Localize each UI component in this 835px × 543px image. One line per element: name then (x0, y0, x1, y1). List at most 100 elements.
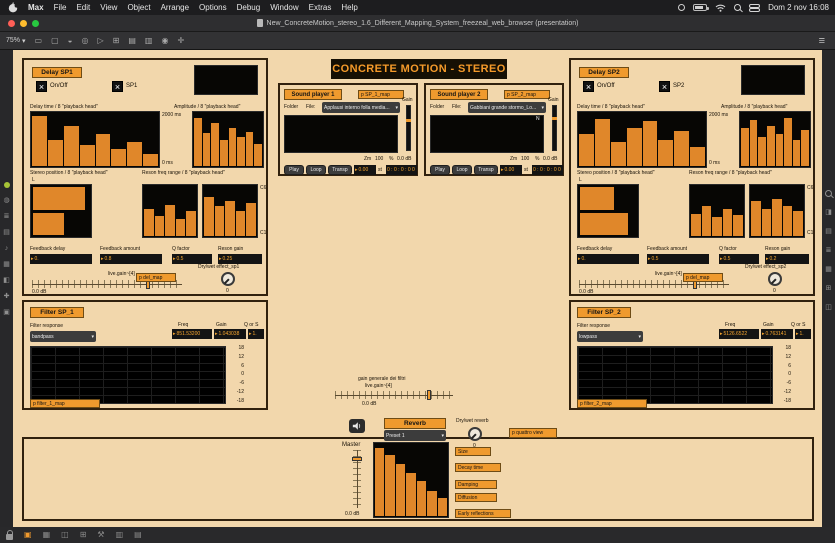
player2-folder-button[interactable]: Folder (430, 104, 444, 110)
reverb-decay-box[interactable]: Decay time (455, 463, 501, 472)
player1-zoom-value[interactable]: 100 (375, 156, 383, 162)
player1-play-button[interactable]: Play (284, 165, 304, 175)
menu-edit[interactable]: Edit (76, 3, 90, 12)
message-box-icon[interactable]: ▢ (51, 37, 59, 45)
filter1-filtergraph[interactable] (30, 346, 226, 404)
screen-record-icon[interactable] (678, 4, 685, 11)
reverb-params-multislider[interactable] (373, 442, 449, 518)
delay2-q-numbox[interactable]: ▸0.5 (719, 254, 759, 264)
delay1-delay-time-multislider[interactable] (30, 111, 160, 168)
lock-patcher-icon[interactable] (6, 534, 13, 540)
delay2-live-grid[interactable] (741, 65, 805, 95)
filter1-mode-menu[interactable]: bandpass▾ (30, 331, 96, 342)
battery-icon[interactable] (693, 4, 707, 11)
menu-file[interactable]: File (54, 3, 67, 12)
close-window-button[interactable] (8, 20, 15, 27)
delay1-stereo-multislider[interactable] (30, 184, 92, 238)
filter2-filtergraph[interactable] (577, 346, 773, 404)
menu-bar-clock[interactable]: Dom 2 nov 16:08 (768, 3, 829, 12)
menu-options[interactable]: Options (199, 3, 227, 12)
filter1-q-numbox[interactable]: ▸1. (248, 329, 264, 339)
delay1-map-subpatcher[interactable]: p del_map (136, 273, 176, 282)
console-icon[interactable]: ◍ (3, 197, 9, 204)
reverb-diffusion-box[interactable]: Diffusion (455, 493, 497, 502)
delay1-fb-amount-numbox[interactable]: ▸0.8 (100, 254, 162, 264)
menu-app-max[interactable]: Max (28, 3, 44, 12)
menu-extras[interactable]: Extras (309, 3, 332, 12)
grid-mode-icon[interactable]: ▦ (43, 531, 51, 539)
reverb-drywet-knob[interactable] (468, 427, 482, 441)
max-console-icon[interactable]: ≣ (826, 247, 832, 254)
delay1-amplitude-multislider[interactable] (192, 111, 264, 168)
wifi-icon[interactable] (715, 4, 726, 12)
button-icon[interactable]: ▷ (97, 37, 103, 45)
player2-file-menu[interactable]: Gabbiani grande stormo_Lo...▾ (468, 102, 546, 113)
dial-icon[interactable]: ◉ (161, 37, 168, 45)
player2-zoom-value[interactable]: 100 (521, 156, 529, 162)
zoom-level-control[interactable]: 75%▾ (6, 37, 26, 45)
number-box-icon[interactable]: ⊞ (113, 37, 120, 45)
delay2-map-subpatcher[interactable]: p del_map (683, 273, 723, 282)
delay1-q-numbox[interactable]: ▸0.5 (172, 254, 212, 264)
delay2-reson-gain-numbox[interactable]: ▸0.2 (765, 254, 809, 264)
menu-view[interactable]: View (100, 3, 117, 12)
delay2-onoff-toggle[interactable]: × (583, 81, 594, 92)
delay1-sp-toggle[interactable]: × (112, 81, 123, 92)
filter1-map-subpatcher[interactable]: p filter_1_map (30, 399, 100, 408)
patcher-list-icon[interactable]: ▤ (3, 229, 10, 236)
files-icon[interactable]: ◧ (3, 277, 10, 284)
spotlight-search-icon[interactable] (734, 4, 741, 11)
player2-transp-numbox[interactable]: ▸0.00 (500, 165, 522, 175)
menu-arrange[interactable]: Arrange (161, 3, 189, 12)
player1-transp-numbox[interactable]: ▸0.00 (354, 165, 376, 175)
control-center-icon[interactable] (749, 4, 760, 12)
reverb-early-reflections-box[interactable]: Early reflections (455, 509, 511, 518)
menu-window[interactable]: Window (270, 3, 298, 12)
filter2-map-subpatcher[interactable]: p filter_2_map (577, 399, 647, 408)
filter2-q-numbox[interactable]: ▸1. (795, 329, 811, 339)
player1-file-menu[interactable]: Applausi interno folla media...▾ (322, 102, 400, 113)
toggle-box-icon[interactable]: ◎ (82, 37, 89, 45)
reverb-damping-box[interactable]: Damping (455, 480, 497, 489)
player1-loop-button[interactable]: Loop (306, 165, 326, 175)
menu-help[interactable]: Help (341, 3, 357, 12)
filter2-mode-menu[interactable]: lowpass▾ (577, 331, 643, 342)
player1-waveform[interactable] (284, 115, 398, 153)
delay2-fb-delay-numbox[interactable]: ▸0. (577, 254, 639, 264)
inspector-icon[interactable]: ◨ (825, 209, 832, 216)
snippets-icon[interactable]: ◫ (825, 304, 832, 311)
filter2-freq-numbox[interactable]: ▸5126.6522 (719, 329, 759, 339)
presentation-mode-icon[interactable]: ▣ (24, 531, 32, 539)
audio-output-icon[interactable] (349, 419, 365, 433)
player2-play-button[interactable]: Play (430, 165, 450, 175)
filter1-freq-numbox[interactable]: ▸851.53200 (172, 329, 212, 339)
search-icon[interactable] (825, 190, 832, 197)
add-object-icon[interactable]: ✛ (177, 37, 184, 45)
master-gain-slider[interactable] (353, 450, 361, 508)
player1-folder-button[interactable]: Folder (284, 104, 298, 110)
zoom-window-button[interactable] (32, 20, 39, 27)
delay2-reson-low-multislider[interactable] (689, 184, 745, 238)
packages-icon[interactable]: ▦ (825, 266, 832, 273)
minimize-window-button[interactable] (20, 20, 27, 27)
player2-waveform[interactable] (430, 115, 544, 153)
delay1-live-grid[interactable] (194, 65, 258, 95)
reference-icon[interactable]: ▤ (825, 228, 832, 235)
toolbar-menu-icon[interactable]: ≡ (819, 35, 825, 47)
delay1-reson-gain-numbox[interactable]: ▸0.25 (218, 254, 262, 264)
delay2-reson-high-multislider[interactable] (749, 184, 805, 238)
delay1-onoff-toggle[interactable]: × (36, 81, 47, 92)
filter1-gain-numbox[interactable]: ▸1.043038 (214, 329, 246, 339)
add-icon[interactable]: ✚ (4, 293, 10, 300)
grid-icon[interactable]: ⊞ (826, 285, 832, 292)
new-view-icon[interactable]: ⊞ (80, 531, 87, 539)
audio-status-icon[interactable]: ▤ (134, 531, 142, 539)
delay1-drywet-knob[interactable] (221, 272, 235, 286)
menu-object[interactable]: Object (127, 3, 150, 12)
tools-icon[interactable]: ⚒ (97, 531, 104, 539)
player1-gain-slider[interactable] (406, 105, 411, 151)
delay1-fb-delay-numbox[interactable]: ▸0. (30, 254, 92, 264)
reverb-map-subpatcher[interactable]: p quattro view (509, 428, 557, 438)
player2-gain-slider[interactable] (552, 105, 557, 151)
delay2-amplitude-multislider[interactable] (739, 111, 811, 168)
